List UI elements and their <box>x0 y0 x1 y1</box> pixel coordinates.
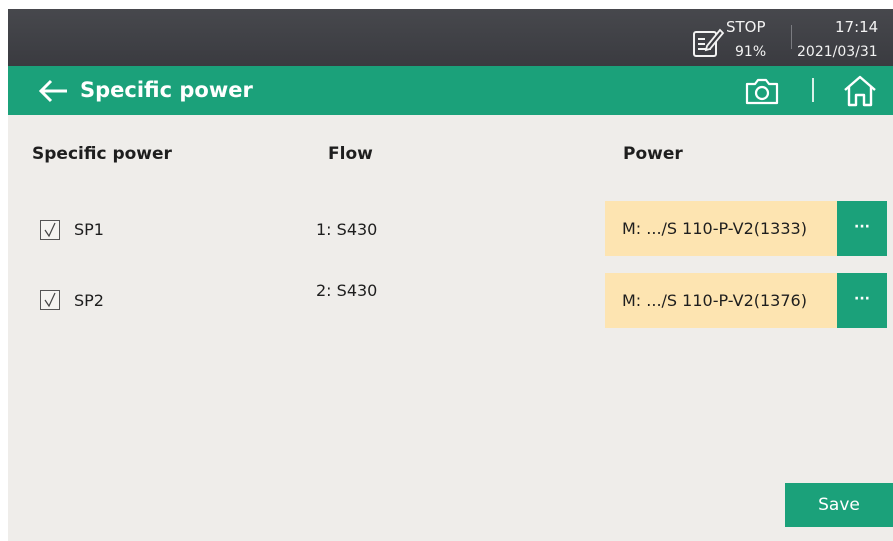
check-icon <box>44 292 56 308</box>
page-title: Specific power <box>80 78 253 102</box>
column-header-flow: Flow <box>328 144 373 164</box>
status-divider <box>791 25 792 49</box>
power-value: M: .../S 110-P-V2(1376) <box>622 291 807 310</box>
table-row: SP1 1: S430 M: .../S 110-P-V2(1333) ··· <box>8 201 893 259</box>
screen: STOP 91% 17:14 2021/03/31 Specific power… <box>8 9 893 541</box>
document-edit-icon <box>693 28 725 57</box>
sp2-checkbox[interactable] <box>40 290 60 310</box>
column-header-power: Power <box>623 144 683 164</box>
clock-time: 17:14 <box>835 18 879 36</box>
load-percent: 91% <box>735 44 767 60</box>
machine-state: STOP <box>726 18 766 36</box>
power-select[interactable]: M: .../S 110-P-V2(1333) <box>605 201 837 256</box>
column-header-specific-power: Specific power <box>32 144 172 164</box>
power-more-button[interactable]: ··· <box>837 201 887 256</box>
sp1-checkbox[interactable] <box>40 220 60 240</box>
sp-label: SP1 <box>74 220 104 239</box>
power-select[interactable]: M: .../S 110-P-V2(1376) <box>605 273 837 328</box>
page-header: Specific power <box>8 66 893 115</box>
power-more-button[interactable]: ··· <box>837 273 887 328</box>
status-bar: STOP 91% 17:14 2021/03/31 <box>8 9 893 66</box>
arrow-left-icon[interactable] <box>38 79 70 103</box>
check-icon <box>44 222 56 238</box>
power-value: M: .../S 110-P-V2(1333) <box>622 219 807 238</box>
home-icon[interactable] <box>842 74 878 108</box>
sp-label: SP2 <box>74 291 104 310</box>
table-row: SP2 2: S430 M: .../S 110-P-V2(1376) ··· <box>8 273 893 331</box>
header-divider <box>812 78 814 102</box>
flow-value: 1: S430 <box>316 220 378 239</box>
clock-date: 2021/03/31 <box>797 44 878 60</box>
camera-icon[interactable] <box>744 76 780 106</box>
flow-value: 2: S430 <box>316 281 378 300</box>
save-button[interactable]: Save <box>785 483 893 527</box>
